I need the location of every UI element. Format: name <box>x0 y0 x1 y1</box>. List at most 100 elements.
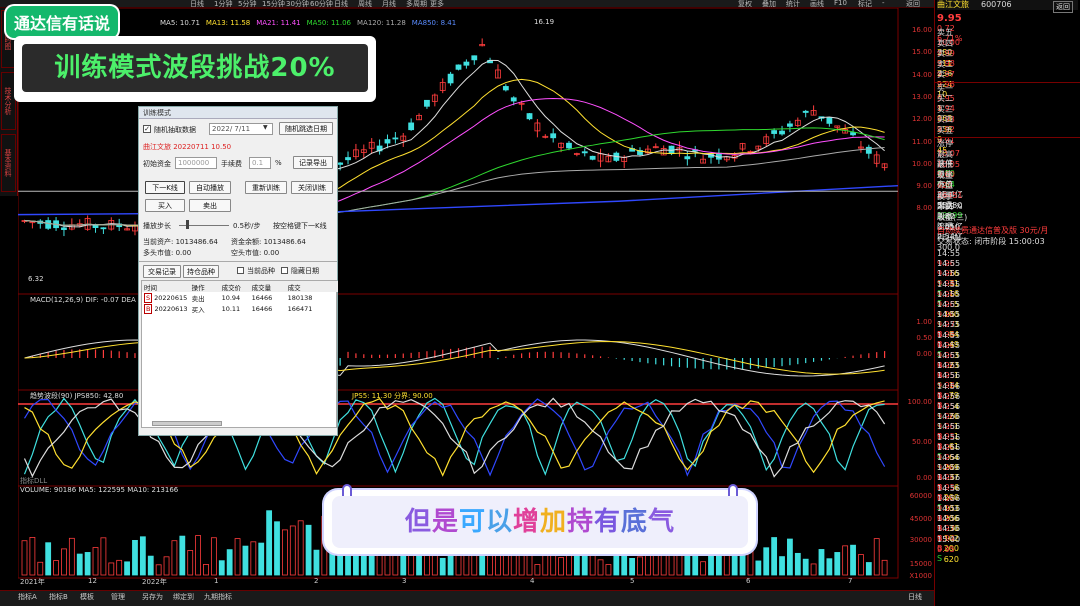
market-status: 交易状态: 闭市阶段 15:00:03 <box>937 237 1045 246</box>
sell-button[interactable]: 卖出 <box>189 199 231 212</box>
ma-legend-item: MA21: 11.41 <box>256 19 301 27</box>
trade-price: 10.94 <box>221 293 241 302</box>
current-price: 9.95 <box>937 13 962 24</box>
candle-body <box>826 117 833 124</box>
tick-time: 14:55 <box>937 249 961 258</box>
volume-bar <box>100 537 107 576</box>
cash-balance: 资金余额: 1013486.64 <box>231 238 306 246</box>
column-header: 成交量 <box>251 283 272 292</box>
random-date-button[interactable]: 随机跳选日期 <box>279 122 333 135</box>
buy-button[interactable]: 买入 <box>145 199 185 212</box>
table-row[interactable]: S 20220615 卖出 10.94 16466 180138 <box>142 292 338 303</box>
volume-y-tick: 15000 <box>909 560 932 568</box>
tick-row: 14:55 9.96 5 S <box>937 279 1078 319</box>
chevron-down-icon[interactable]: ▼ <box>263 124 268 131</box>
tick-time: 14:55 <box>937 310 961 320</box>
peak-price-label: 16.19 <box>534 18 555 26</box>
volume-bar <box>266 510 273 576</box>
tick-row: 14:56 9.95 4 S <box>937 381 1078 421</box>
ask-row: 卖四 9.99 311 <box>937 38 1078 68</box>
tick-time: 14:56 <box>937 432 961 442</box>
hide-date-checkbox[interactable] <box>281 267 288 274</box>
macd-y-tick: 0.00 <box>916 350 932 358</box>
volume-bar <box>289 525 296 576</box>
candle-body <box>392 137 399 140</box>
candle-body <box>337 162 344 165</box>
volume-bar <box>771 537 778 576</box>
random-data-checkbox[interactable]: ✓ <box>143 125 151 133</box>
title-banner: 训练模式波段挑战20% <box>14 36 376 102</box>
tick-row: 14:55 9.96 23 B <box>937 341 1078 380</box>
bottom-tab-6[interactable]: 九期指标 <box>204 592 232 602</box>
tick-time: 14:55 <box>937 279 961 289</box>
bottom-tab-4[interactable]: 另存为 <box>142 592 163 602</box>
volume-bar <box>179 535 186 576</box>
subtitle-char: 加 <box>540 507 568 537</box>
volume-bar <box>858 554 864 576</box>
ask-label: 卖四 <box>937 38 953 48</box>
toolbar-action-4[interactable]: F10 <box>834 0 847 7</box>
stock-info: 曲江文旅 20220711 10.50 <box>143 143 232 151</box>
tick-time: 14:56 <box>937 463 961 473</box>
volume-bar <box>84 552 91 576</box>
candle-body <box>345 157 351 161</box>
export-records-button[interactable]: 记录导出 <box>293 156 333 169</box>
bottom-tab-2[interactable]: 模板 <box>80 592 94 602</box>
stat-row: 最低 9.60 市值 25.4亿 <box>937 160 1078 199</box>
restart-training-button[interactable]: 重新训练 <box>245 181 287 194</box>
tab-positions[interactable]: 持仓品种 <box>183 265 219 278</box>
volume-bar <box>274 521 280 576</box>
refresh-button[interactable]: 返回 <box>1053 1 1073 13</box>
volume-bar <box>842 545 849 576</box>
left-tab-2[interactable]: 基本资料 <box>1 134 16 192</box>
volume-bar <box>345 550 351 576</box>
training-dialog: 训练模式 ✓ 随机抽取数据 2022/ 7/11 ▼ 随机跳选日期 曲江文旅 2… <box>138 106 338 436</box>
table-row[interactable]: B 20220613 买入 10.11 16466 166471 <box>142 303 338 314</box>
column-header: 操作 <box>191 283 205 292</box>
stat-label: 最高 <box>937 149 953 159</box>
tick-time: 14:55 <box>937 320 961 330</box>
toolbar-action-6[interactable]: - <box>882 0 885 7</box>
ma-legend-item: MA5: 10.71 <box>160 19 200 27</box>
next-candle-button[interactable]: 下一K线 <box>145 181 185 194</box>
volume-bar <box>439 557 446 576</box>
subtitle-char: 有 <box>594 507 622 537</box>
volume-bar <box>155 564 162 576</box>
current-stock-checkbox[interactable] <box>237 267 244 274</box>
tick-time: 14:56 <box>937 493 961 503</box>
tick-row: 14:56 9.96 37 B <box>937 453 1078 492</box>
ma-legend-item: MA850: 8.41 <box>411 19 457 27</box>
candle-body <box>471 55 478 61</box>
volume-bar <box>455 553 462 576</box>
subtitle-char: 可 <box>458 507 486 537</box>
subtitle-char: 底 <box>621 507 649 537</box>
main-y-tick: 11.00 <box>911 137 932 146</box>
bottom-tab-5[interactable]: 绑定到 <box>173 592 194 602</box>
fee-input[interactable]: 0.1 <box>249 157 271 169</box>
date-cell: B 20220613 <box>142 303 190 314</box>
volume-bar <box>210 537 217 576</box>
notice-link[interactable]: 自动续费通达信普及版 30元/月 <box>937 226 1078 236</box>
bid-row: 买一 9.95 1 <box>937 84 1078 113</box>
trend-bottom-label: 指标DLL <box>20 477 48 485</box>
speed-slider-handle[interactable] <box>186 220 189 229</box>
bottom-tab-3[interactable]: 管理 <box>111 592 125 602</box>
tick-time: 14:56 <box>937 381 961 391</box>
fee-unit: % <box>275 159 282 167</box>
ma-legend-item: MA50: 11.06 <box>306 19 351 27</box>
stat-label: 外盘 <box>937 181 953 190</box>
bottom-tab-0[interactable]: 指标A <box>18 592 37 602</box>
bottom-tab-1[interactable]: 指标B <box>49 592 68 602</box>
tick-row: 14:55 9.97 84 B <box>937 310 1078 349</box>
close-training-button[interactable]: 关闭训练 <box>291 181 333 194</box>
candle-body <box>526 113 533 120</box>
volume-bar <box>116 559 123 576</box>
autoplay-button[interactable]: 自动播放 <box>189 181 231 194</box>
tab-trade-records[interactable]: 交易记录 <box>143 265 181 278</box>
horizontal-scrollbar[interactable] <box>152 421 222 426</box>
capital-input[interactable]: 1000000 <box>175 157 217 169</box>
tick-time: 14:56 <box>937 402 961 411</box>
tick-row: 14:56 9.96 6 B <box>937 463 1078 502</box>
stat-label: 净资 <box>937 202 953 211</box>
tick-time: 14:56 <box>937 422 961 432</box>
